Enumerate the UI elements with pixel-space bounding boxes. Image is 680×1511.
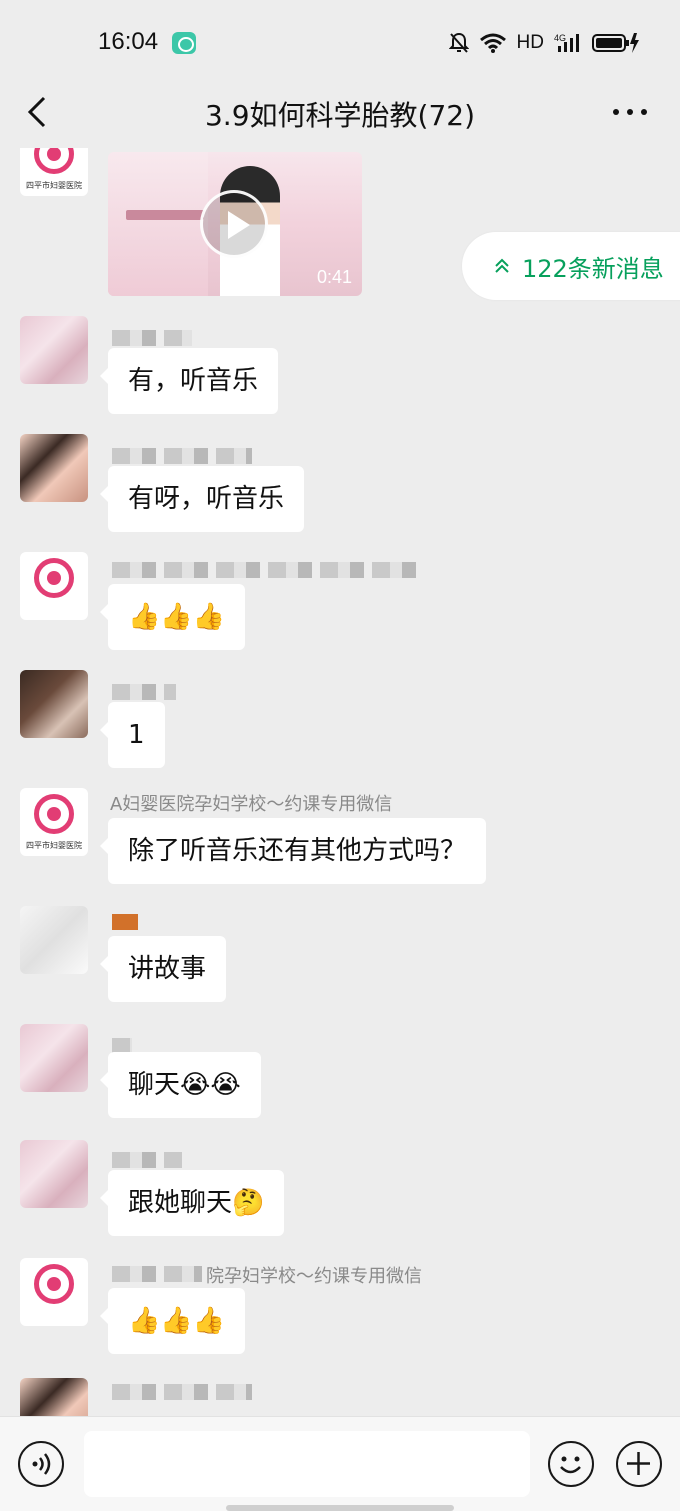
svg-text:4G: 4G <box>554 33 566 43</box>
avatar[interactable]: 四平市妇婴医院 <box>20 788 88 856</box>
sender-name <box>112 562 422 578</box>
new-messages-button[interactable]: 122条新消息 <box>462 232 680 300</box>
avatar[interactable] <box>20 434 88 502</box>
more-button[interactable] <box>610 100 650 124</box>
avatar[interactable] <box>20 670 88 738</box>
status-icons: HD 4G <box>448 28 640 58</box>
message-bubble[interactable]: 聊天😭😭 <box>100 1052 261 1118</box>
plus-button[interactable] <box>616 1441 662 1487</box>
video-message[interactable]: 0:41 <box>108 152 362 296</box>
status-bar: 16:04 HD 4G <box>0 0 680 88</box>
logo-text: 四平市妇婴医院 <box>26 181 82 190</box>
sender-name <box>112 1152 182 1168</box>
home-indicator <box>226 1505 454 1511</box>
message-bubble[interactable]: 跟她聊天🤔 <box>99 1170 285 1236</box>
sender-name <box>112 1384 252 1400</box>
double-chevron-up-icon <box>495 258 509 273</box>
network-label: HD <box>516 32 544 53</box>
chat-messages[interactable]: 四平市妇婴医院 0:41 有，听音乐 有呀，听音乐 👍👍👍 1 四平市妇婴医院 … <box>0 148 680 1416</box>
avatar[interactable] <box>20 1378 88 1416</box>
avatar[interactable] <box>20 316 88 384</box>
avatar[interactable] <box>20 552 88 620</box>
chat-title: 3.9如何科学胎教(72) <box>204 99 475 132</box>
sender-name: 院孕妇学校～约课专用微信 <box>206 1266 422 1287</box>
message-bubble[interactable]: 👍👍👍 <box>99 584 246 650</box>
mute-bell-icon <box>448 32 469 53</box>
chat-header: 3.9如何科学胎教(72) <box>0 80 680 144</box>
message-bubble[interactable]: 👍👍👍 <box>99 1288 246 1354</box>
logo-text: 四平市妇婴医院 <box>26 841 82 850</box>
message-bubble[interactable]: 讲故事 <box>99 936 227 1002</box>
avatar[interactable] <box>20 1140 88 1208</box>
input-bar <box>0 1416 680 1511</box>
voice-icon <box>32 1453 51 1475</box>
message-bubble[interactable]: 除了听音乐还有其他方式吗？ <box>99 818 487 884</box>
battery-charging-icon <box>592 33 639 53</box>
video-duration: 0:41 <box>316 267 352 287</box>
plus-icon <box>627 1452 650 1475</box>
sender-name <box>112 684 176 700</box>
signal-icon: 4G <box>554 33 579 52</box>
sender-name <box>112 914 138 930</box>
emoji-icon <box>560 1456 581 1474</box>
app-notification-icon <box>172 32 196 54</box>
new-messages-label: 122条新消息 <box>522 254 664 283</box>
sender-name: A妇婴医院孕妇学校～约课专用微信 <box>110 794 393 815</box>
sender-name <box>112 330 192 346</box>
message-bubble[interactable]: 1 <box>100 702 165 768</box>
play-icon[interactable] <box>200 190 268 258</box>
emoji-button[interactable] <box>548 1441 594 1487</box>
voice-button[interactable] <box>18 1441 64 1487</box>
sender-name <box>112 448 252 464</box>
wifi-icon <box>479 33 506 53</box>
status-time: 16:04 <box>98 28 159 55</box>
message-bubble[interactable]: 有，听音乐 <box>99 348 279 414</box>
avatar[interactable]: 四平市妇婴医院 <box>20 148 88 196</box>
avatar[interactable] <box>20 1258 88 1326</box>
more-dots-icon <box>613 109 619 115</box>
message-bubble[interactable]: 有呀，听音乐 <box>99 466 305 532</box>
message-input[interactable] <box>84 1431 530 1497</box>
avatar[interactable] <box>20 906 88 974</box>
avatar[interactable] <box>20 1024 88 1092</box>
sender-blur <box>112 1266 202 1282</box>
